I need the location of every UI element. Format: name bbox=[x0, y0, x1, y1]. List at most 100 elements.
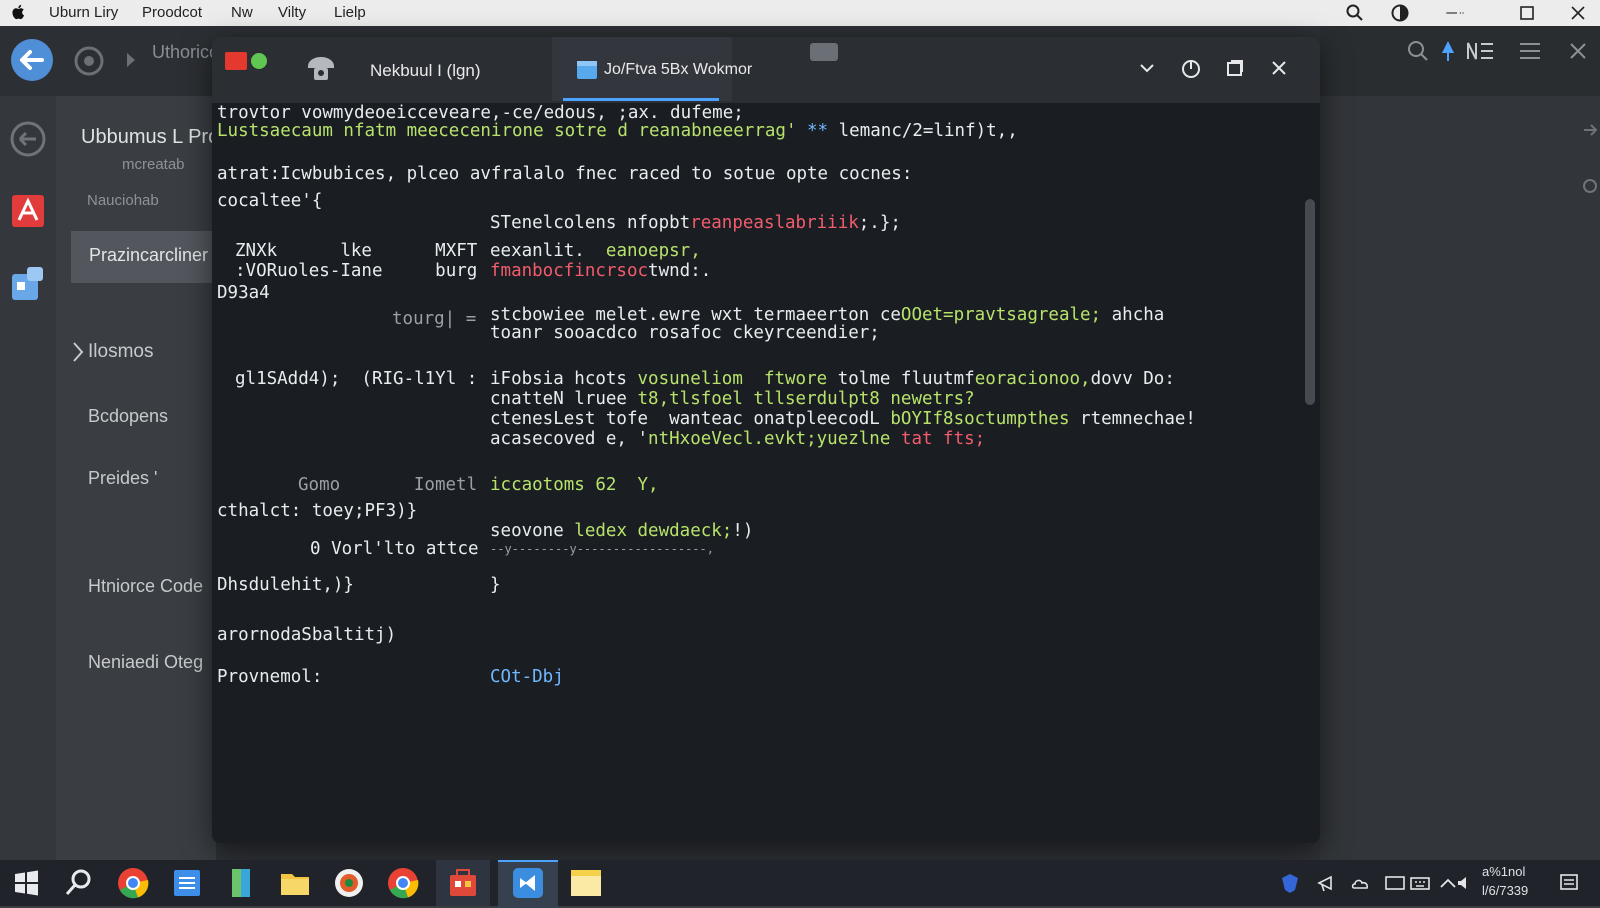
breadcrumb[interactable]: Uthorico bbox=[152, 42, 219, 63]
app-logo-icon bbox=[74, 46, 104, 76]
shield-icon[interactable] bbox=[1279, 872, 1301, 894]
folder-icon[interactable] bbox=[278, 866, 312, 900]
terminal-text-segment: ntHxoeVecl.evkt;yuezlne bbox=[648, 429, 891, 449]
close-icon[interactable] bbox=[1266, 55, 1292, 81]
close-icon[interactable] bbox=[1568, 3, 1588, 23]
search-icon[interactable] bbox=[1406, 39, 1430, 63]
settings-gear-icon[interactable] bbox=[332, 866, 366, 900]
volume-icon[interactable] bbox=[1456, 872, 1470, 894]
terminal-line: toanr sooacdco rosafoc ckeyrceendier; bbox=[490, 323, 880, 343]
package-app-icon[interactable] bbox=[9, 264, 47, 304]
chrome-icon[interactable] bbox=[386, 866, 420, 900]
chevron-right-icon[interactable] bbox=[72, 341, 84, 363]
maximize-icon[interactable] bbox=[1222, 55, 1248, 81]
clock-time[interactable]: a%1nol bbox=[1482, 864, 1525, 879]
notification-icon[interactable] bbox=[1558, 872, 1580, 894]
terminal-text-segment: 0 Vorl'lto attce bbox=[310, 539, 479, 559]
keyboard-icon[interactable] bbox=[1409, 872, 1431, 894]
terminal-text-segment: ;.}; bbox=[858, 213, 901, 233]
clock-date[interactable]: l/6/7339 bbox=[1482, 883, 1528, 898]
terminal-text-segment: tolme fluutmf bbox=[827, 369, 975, 389]
windows-start-icon[interactable] bbox=[9, 866, 43, 900]
maximize-icon[interactable] bbox=[1517, 3, 1537, 23]
search-icon[interactable] bbox=[62, 866, 96, 900]
minimize-icon[interactable] bbox=[1445, 3, 1465, 23]
cloud-icon[interactable] bbox=[1350, 872, 1372, 894]
pin-icon[interactable] bbox=[1438, 39, 1458, 63]
tab-1[interactable]: Nekbuul I (lgn) bbox=[370, 61, 481, 81]
side-item-hosts[interactable]: Ilosmos bbox=[88, 341, 153, 363]
new-tab-button[interactable] bbox=[810, 43, 838, 61]
terminal-text-segment: gl1SAdd4); (RIG-l1Yl : bbox=[235, 369, 478, 389]
text-format-icon[interactable] bbox=[1466, 41, 1498, 61]
terminal-line: iccaotoms 62 Y, bbox=[490, 475, 659, 495]
taskbar: a%1nol l/6/7339 bbox=[0, 860, 1600, 908]
terminal-text-segment: cocaltee'{ bbox=[217, 191, 323, 211]
display-icon[interactable] bbox=[1384, 872, 1406, 894]
terminal-line: ctenesLest tofe wanteac onatpleecodL bOY… bbox=[490, 409, 1196, 429]
terminal-text-segment: atrat:Icwbubices, plceo avfralalo fnec r… bbox=[217, 164, 913, 184]
terminal-tab-icon bbox=[577, 61, 597, 79]
terminal-line: :VORuoles-Iane burg bbox=[235, 261, 477, 281]
left-rail bbox=[0, 96, 56, 860]
back-button-icon[interactable] bbox=[10, 38, 54, 82]
close-window-button[interactable] bbox=[225, 52, 247, 70]
history-back-icon[interactable] bbox=[10, 121, 46, 157]
megaphone-icon[interactable] bbox=[1316, 872, 1338, 894]
side-item-htniorce[interactable]: Htniorce Code bbox=[88, 576, 203, 597]
terminal-line: --y--------y------------------, bbox=[490, 539, 714, 559]
terminal-line: Provnemol: bbox=[217, 667, 322, 687]
side-item-selected-label: Prazincarcliner bbox=[89, 245, 209, 265]
notes-icon[interactable] bbox=[569, 866, 603, 900]
menu-view[interactable]: Vilty bbox=[278, 4, 306, 21]
terminal-scrollbar[interactable] bbox=[1305, 199, 1315, 405]
terminal-line: 0 Vorl'lto attce bbox=[310, 539, 479, 559]
terminal-text-segment: iFobsia hcots bbox=[490, 369, 638, 389]
terminal-line: gl1SAdd4); (RIG-l1Yl : bbox=[235, 369, 477, 389]
hamburger-menu-icon[interactable] bbox=[1518, 40, 1542, 62]
menu-new[interactable]: Nw bbox=[231, 4, 253, 21]
chrome-icon[interactable] bbox=[116, 866, 150, 900]
file-manager-icon[interactable] bbox=[170, 866, 204, 900]
terminal-text-segment: cnatteN lruee bbox=[490, 389, 638, 409]
right-pane bbox=[1320, 96, 1600, 860]
document-app-icon[interactable] bbox=[224, 866, 258, 900]
terminal-text-segment: Lustsaecaum nfatm meececenirone sotre d … bbox=[217, 121, 797, 141]
vscode-icon[interactable] bbox=[511, 866, 545, 900]
terminal-text-segment: cthalct: toey;PF3)} bbox=[217, 501, 418, 521]
chevron-down-icon[interactable] bbox=[1134, 55, 1160, 81]
menu-help[interactable]: Lielp bbox=[334, 4, 366, 21]
power-icon[interactable] bbox=[1178, 55, 1204, 81]
terminal-line: cocaltee'{ bbox=[217, 191, 322, 211]
terminal-output[interactable]: trovtor vowmydeoeicceveare,-ce/edous, ;a… bbox=[212, 103, 1320, 843]
side-item-preides[interactable]: Preides ' bbox=[88, 468, 157, 489]
terminal-text-segment: Dhsdulehit,)} bbox=[217, 575, 354, 595]
arrow-right-icon[interactable] bbox=[1582, 122, 1598, 138]
close-icon[interactable] bbox=[1568, 41, 1588, 61]
terminal-text-segment: ctenesLest tofe wanteac onatpleecodL bbox=[490, 409, 891, 429]
terminal-text-segment: ZNXk lke MXFT bbox=[235, 241, 478, 261]
tag-icon[interactable] bbox=[1582, 178, 1598, 194]
terminal-titlebar[interactable]: Nekbuul I (lgn) Jo/Ftva 5Bx Wokmor bbox=[212, 37, 1320, 103]
menu-product[interactable]: Proodcot bbox=[142, 4, 202, 21]
terminal-line: tourg| = bbox=[392, 309, 476, 329]
apple-icon[interactable] bbox=[10, 3, 28, 21]
terminal-text-segment: OOet=pravtsagreale; bbox=[900, 305, 1102, 325]
zoom-window-button[interactable] bbox=[251, 53, 267, 69]
search-icon[interactable] bbox=[1345, 3, 1365, 23]
terminal-text-segment: tat fts; bbox=[890, 429, 986, 449]
store-icon[interactable] bbox=[446, 866, 480, 900]
terminal-text-segment: ahcha bbox=[1101, 305, 1165, 325]
acrobat-app-icon[interactable] bbox=[11, 194, 45, 228]
terminal-window[interactable]: Nekbuul I (lgn) Jo/Ftva 5Bx Wokmor trovt… bbox=[212, 37, 1320, 843]
side-item-selected[interactable]: Prazincarcliner bbox=[71, 231, 216, 283]
side-item-neniaedi[interactable]: Neniaedi Oteg bbox=[88, 652, 203, 673]
menubar: Uburn Liry Proodcot Nw Vilty Lielp bbox=[0, 0, 1600, 27]
control-center-icon[interactable] bbox=[1390, 3, 1410, 23]
terminal-text-segment: !) bbox=[732, 521, 754, 541]
side-item-bcdopens[interactable]: Bcdopens bbox=[88, 406, 168, 427]
terminal-line: trovtor vowmydeoeicceveare,-ce/edous, ;a… bbox=[217, 103, 744, 123]
tab-2[interactable]: Jo/Ftva 5Bx Wokmor bbox=[604, 61, 752, 79]
menu-app[interactable]: Uburn Liry bbox=[49, 4, 118, 21]
terminal-text-segment: vosuneliom ftwore bbox=[637, 369, 828, 389]
